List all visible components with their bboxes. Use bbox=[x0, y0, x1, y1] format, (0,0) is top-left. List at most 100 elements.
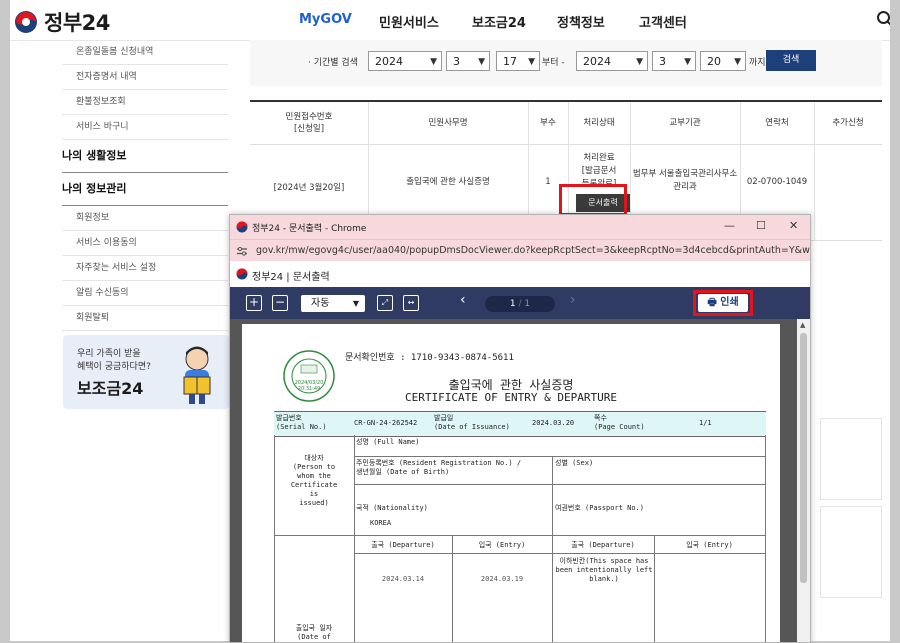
search-button[interactable]: 검색 bbox=[766, 50, 816, 71]
to-month-select[interactable]: 3 ▼ bbox=[652, 51, 696, 71]
previous-page-icon[interactable]: ‹ bbox=[460, 292, 466, 308]
site-logo[interactable]: 정부24 bbox=[14, 7, 110, 37]
current-page[interactable]: 1 bbox=[510, 299, 516, 309]
zoom-value: 자동 bbox=[311, 298, 330, 309]
to-day-select[interactable]: 20 ▼ bbox=[700, 51, 746, 71]
sidebar-item-favorite-services[interactable]: 자주찾는 서비스 설정 bbox=[62, 256, 228, 281]
person-holding-box-icon bbox=[183, 346, 211, 404]
viewer-scrollbar[interactable]: ▲ bbox=[797, 319, 810, 642]
col-count: 부수 bbox=[540, 118, 556, 128]
grid-line bbox=[354, 456, 766, 457]
government-emblem-icon bbox=[236, 221, 248, 233]
from-day-value: 17 bbox=[503, 55, 517, 68]
government-emblem-icon bbox=[236, 268, 248, 280]
nationality-label: 국적 (Nationality) bbox=[356, 504, 428, 512]
minimize-icon[interactable]: — bbox=[724, 219, 735, 232]
departure-header-2: 출국 (Departure) bbox=[571, 541, 635, 549]
window-titlebar: 정부24 - 문서출력 - Chrome — ☐ ✕ bbox=[230, 215, 810, 239]
chevron-down-icon: ▼ bbox=[734, 57, 741, 67]
grid-line bbox=[552, 456, 553, 535]
from-month-select[interactable]: 3 ▼ bbox=[446, 51, 490, 71]
nav-civil-service[interactable]: 민원서비스 bbox=[379, 12, 439, 31]
scroll-up-icon[interactable]: ▲ bbox=[800, 321, 805, 329]
row-service-name[interactable]: 출입국에 관한 사실증명 bbox=[368, 176, 528, 189]
departure-header: 출국 (Departure) bbox=[371, 541, 435, 549]
sidebar-section-my-info[interactable]: 나의 정보관리 bbox=[62, 173, 228, 206]
document-viewer: 2024/03/20 20:31:49 문서확인번호 : 1710-9343-0… bbox=[230, 319, 810, 642]
nav-mygov[interactable]: MyGOV bbox=[299, 12, 352, 27]
chevron-down-icon: ▼ bbox=[528, 57, 535, 67]
row-date: [2024년 3월20일] bbox=[273, 183, 345, 193]
sidebar-item-refund[interactable]: 환불정보조회 bbox=[62, 90, 228, 115]
passport-label: 여권번호 (Passport No.) bbox=[555, 504, 644, 512]
grid-line bbox=[552, 535, 553, 642]
issue-label: 발급일 (Date of Issuance) bbox=[434, 414, 510, 431]
certificate-info-bar: 발급번호 (Serial No.) CR-GN-24-262542 발급일 (D… bbox=[274, 411, 766, 437]
from-day-select[interactable]: 17 ▼ bbox=[496, 51, 540, 71]
highlight-box bbox=[559, 184, 627, 216]
viewer-toolbar: + − 자동 ▼ ⤢ ↔ ‹ 1 / 1 › 🖶 인쇄 bbox=[230, 287, 810, 319]
col-receipt-no: 민원접수번호 [신청일] bbox=[285, 112, 333, 134]
col-agency: 교부기관 bbox=[669, 118, 701, 128]
chevron-down-icon: ▼ bbox=[684, 57, 691, 67]
grid-line bbox=[354, 484, 766, 485]
fit-width-icon[interactable]: ↔ bbox=[403, 295, 419, 311]
chevron-down-icon: ▼ bbox=[430, 57, 437, 67]
promo-line-1: 우리 가족이 받을 bbox=[77, 349, 141, 359]
document-confirm-number: 문서확인번호 : 1710-9343-0874-5611 bbox=[345, 353, 514, 363]
col-service-name: 민원사무명 bbox=[428, 118, 468, 128]
grid-line bbox=[654, 535, 655, 642]
entry-date: 2024.03.19 bbox=[480, 575, 524, 583]
window-title: 정부24 - 문서출력 - Chrome bbox=[252, 224, 367, 234]
grid-line bbox=[274, 535, 766, 536]
nav-customer-center[interactable]: 고객센터 bbox=[639, 12, 687, 31]
sidebar-item-service-basket[interactable]: 서비스 바구니 bbox=[62, 115, 228, 140]
dates-label: 출입국 일자 (Date of bbox=[295, 624, 333, 641]
col-contact: 연락처 bbox=[765, 118, 789, 128]
chevron-down-icon: ▼ bbox=[352, 299, 359, 308]
issue-value: 2024.03.20 bbox=[532, 419, 575, 427]
subject-label: 대상자 (Person to whom the Certificate is i… bbox=[290, 454, 338, 507]
zoom-out-icon[interactable]: − bbox=[272, 295, 288, 311]
address-bar[interactable]: gov.kr/mw/egovg4c/user/aa040/popupDmsDoc… bbox=[230, 239, 810, 262]
departure-date: 2024.03.14 bbox=[381, 575, 425, 583]
sidebar-item-notification-consent[interactable]: 알림 수신동의 bbox=[62, 281, 228, 306]
maximize-icon[interactable]: ☐ bbox=[756, 219, 766, 232]
zoom-select[interactable]: 자동 ▼ bbox=[301, 295, 365, 312]
subsidy-promo-banner[interactable]: 우리 가족이 받을 혜택이 궁금하다면? 보조금24 bbox=[63, 335, 229, 409]
content-box bbox=[820, 506, 882, 598]
next-page-icon[interactable]: › bbox=[570, 292, 576, 308]
logo-text: 정부24 bbox=[44, 11, 110, 35]
sidebar-item-withdraw[interactable]: 회원탈퇴 bbox=[62, 306, 228, 331]
sidebar-item-daycare[interactable]: 온종일돌봄 신청내역 bbox=[62, 40, 228, 65]
serial-label: 발급번호 (Serial No.) bbox=[276, 414, 327, 431]
chevron-down-icon: ▼ bbox=[478, 57, 485, 67]
url-text[interactable]: gov.kr/mw/egovg4c/user/aa040/popupDmsDoc… bbox=[256, 245, 810, 256]
document-print-window: 정부24 - 문서출력 - Chrome — ☐ ✕ gov.kr/mw/ego… bbox=[229, 214, 811, 643]
sidebar-item-member-info[interactable]: 회원정보 bbox=[62, 206, 228, 231]
from-suffix: 부터 - bbox=[542, 58, 565, 68]
to-year-select[interactable]: 2024 ▼ bbox=[576, 51, 648, 71]
search-icon[interactable] bbox=[876, 10, 890, 28]
fit-page-icon[interactable]: ⤢ bbox=[377, 295, 393, 311]
row-agency: 법무부 서울출입국관리사무소 관리과 bbox=[632, 169, 738, 192]
col-status: 처리상태 bbox=[583, 118, 615, 128]
nav-subsidy[interactable]: 보조금24 bbox=[472, 12, 526, 31]
nav-policy-info[interactable]: 정책정보 bbox=[557, 12, 605, 31]
rrn-label: 주민등록번호 (Resident Registration No.) / 생년월… bbox=[356, 459, 522, 476]
sidebar-item-e-certificate[interactable]: 전자증명서 내역 bbox=[62, 65, 228, 90]
site-header: 정부24 MyGOV 민원서비스 보조금24 정책정보 고객센터 bbox=[10, 0, 890, 41]
total-pages: 1 bbox=[524, 299, 531, 309]
from-year-select[interactable]: 2024 ▼ bbox=[368, 51, 442, 71]
site-settings-icon[interactable] bbox=[236, 245, 248, 257]
grid-line bbox=[452, 535, 453, 642]
app-title: 정부24 | 문서출력 bbox=[252, 272, 330, 283]
sidebar-item-service-consent[interactable]: 서비스 이용동의 bbox=[62, 231, 228, 256]
close-icon[interactable]: ✕ bbox=[789, 219, 798, 232]
promo-line-2: 혜택이 궁금하다면? bbox=[77, 362, 151, 372]
row-contact: 02-0700-1049 bbox=[746, 177, 808, 187]
scrollbar-thumb[interactable] bbox=[800, 333, 807, 583]
zoom-in-icon[interactable]: + bbox=[246, 295, 262, 311]
entry-header-2: 입국 (Entry) bbox=[686, 541, 733, 549]
sidebar-section-life-info[interactable]: 나의 생활정보 bbox=[62, 140, 228, 173]
